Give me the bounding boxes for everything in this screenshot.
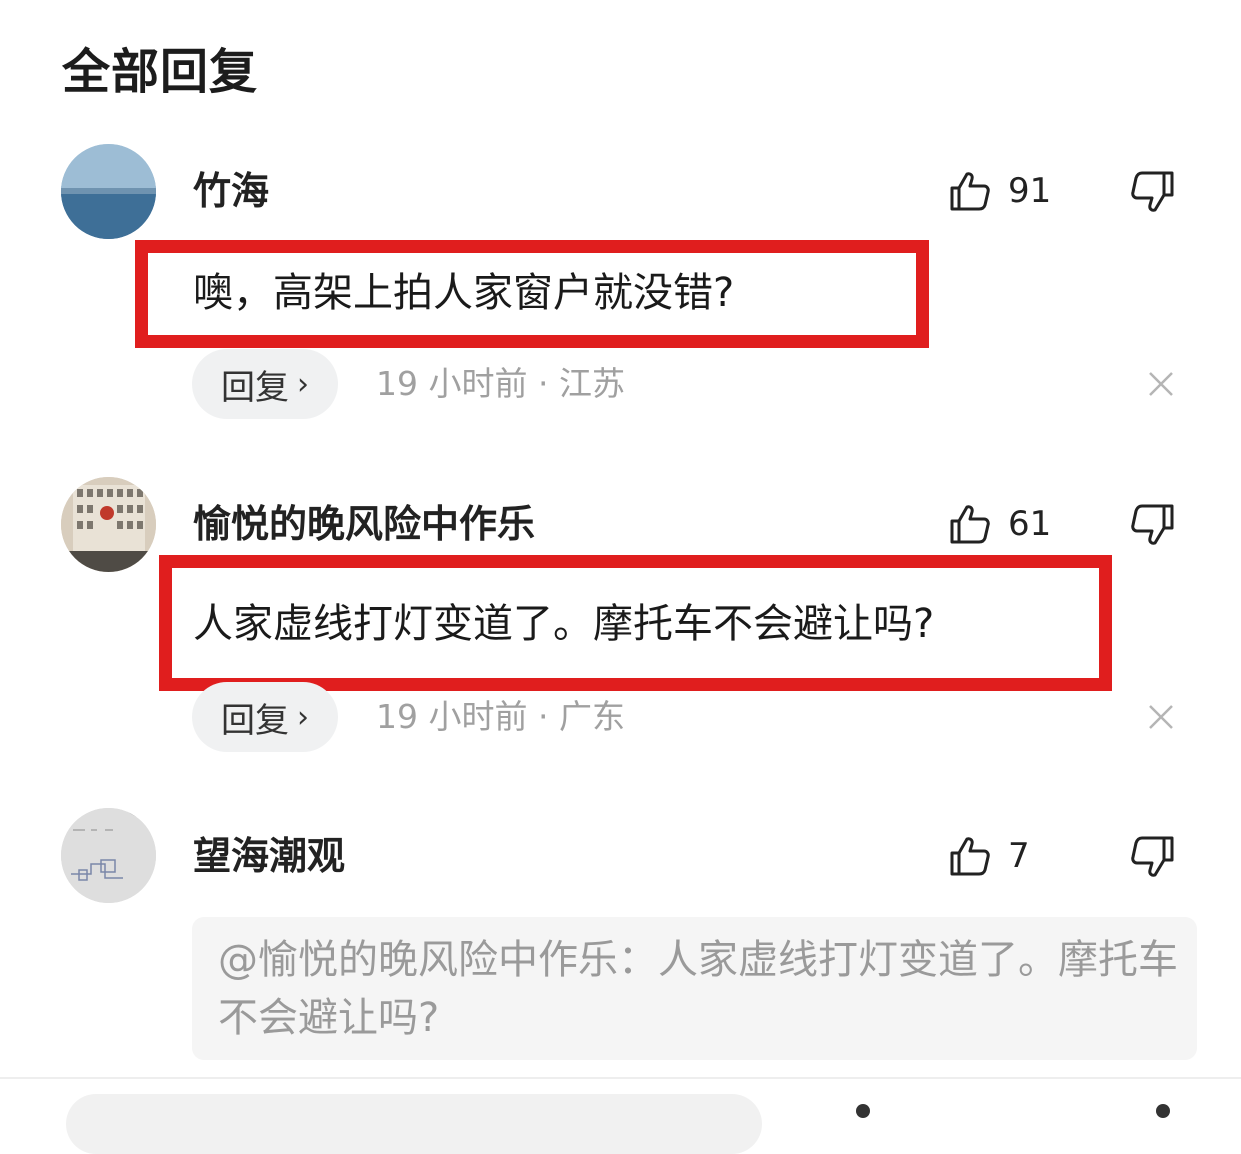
thumbs-up-icon	[950, 837, 990, 876]
comment-input-bar[interactable]	[66, 1094, 762, 1154]
thumbs-down-icon	[1131, 836, 1174, 877]
like-count: 7	[1008, 836, 1030, 876]
toolbar-icon[interactable]	[1156, 1104, 1170, 1118]
comment-username[interactable]: 愉悦的晚风险中作乐	[193, 499, 535, 549]
thumbs-down-icon	[1131, 171, 1174, 212]
dislike-button[interactable]	[1128, 833, 1176, 881]
comment-meta: 19 小时前 · 江苏	[376, 364, 625, 403]
comment-text: 人家虚线打灯变道了。摩托车不会避让吗?	[193, 601, 935, 647]
thumbs-up-icon	[950, 172, 990, 211]
dislike-button[interactable]	[1128, 501, 1176, 549]
reply-button[interactable]: 回复 ›	[192, 682, 338, 752]
thumbs-down-icon	[1131, 504, 1174, 545]
avatar-image	[61, 144, 156, 239]
comment-username[interactable]: 望海潮观	[193, 831, 345, 881]
reply-button[interactable]: 回复 ›	[192, 349, 338, 419]
avatar[interactable]	[61, 477, 156, 572]
avatar[interactable]	[61, 808, 156, 903]
avatar-image	[61, 808, 156, 903]
like-count: 91	[1008, 171, 1052, 211]
toolbar-icon[interactable]	[856, 1104, 870, 1118]
close-icon	[1149, 372, 1173, 396]
like-button[interactable]: 7	[948, 831, 1058, 881]
comment-username[interactable]: 竹海	[193, 166, 269, 216]
reply-label: 回复	[221, 700, 289, 741]
thumbs-up-icon	[950, 505, 990, 544]
close-button[interactable]	[1146, 369, 1176, 399]
divider	[0, 1077, 1241, 1079]
page-title: 全部回复	[62, 44, 259, 100]
quoted-reply-text: @愉悦的晚风险中作乐：人家虚线打灯变道了。摩托车不会避让吗?	[218, 937, 1178, 1041]
like-count: 61	[1008, 504, 1052, 544]
like-button[interactable]: 91	[948, 166, 1058, 216]
comment-text: 噢，高架上拍人家窗户就没错?	[193, 270, 735, 316]
like-button[interactable]: 61	[948, 499, 1058, 549]
close-icon	[1149, 705, 1173, 729]
chevron-right-icon: ›	[297, 366, 309, 402]
quoted-reply[interactable]: @愉悦的晚风险中作乐：人家虚线打灯变道了。摩托车不会避让吗?	[192, 917, 1197, 1060]
reply-label: 回复	[221, 367, 289, 408]
avatar-image	[61, 477, 156, 572]
close-button[interactable]	[1146, 702, 1176, 732]
dislike-button[interactable]	[1128, 168, 1176, 216]
comment-meta: 19 小时前 · 广东	[376, 697, 625, 736]
avatar[interactable]	[61, 144, 156, 239]
chevron-right-icon: ›	[297, 699, 309, 735]
